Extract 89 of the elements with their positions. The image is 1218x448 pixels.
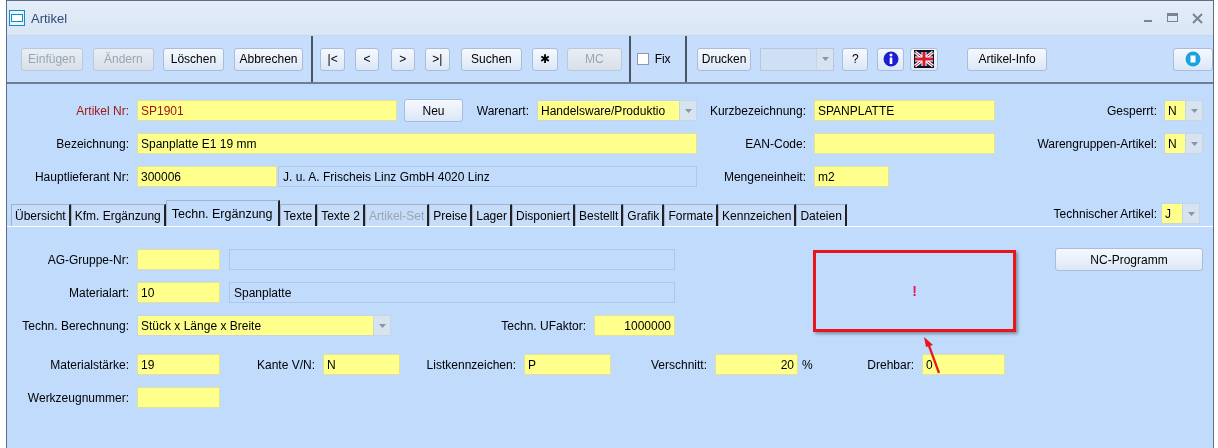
exclamation-mark: ! bbox=[912, 283, 917, 299]
field-label: Verschnitt: bbox=[649, 357, 708, 372]
field-label: Warenart: bbox=[475, 103, 530, 118]
input-field[interactable] bbox=[814, 133, 995, 154]
dropdown[interactable]: Stück x Länge x Breite bbox=[137, 315, 391, 336]
input-field[interactable]: 20 bbox=[715, 354, 798, 375]
readonly-field: Spanplatte bbox=[229, 282, 675, 303]
input-field[interactable]: N bbox=[323, 354, 400, 375]
input-field[interactable]: 19 bbox=[137, 354, 220, 375]
info-icon bbox=[882, 51, 899, 67]
field-label: Werkzeugnummer: bbox=[26, 390, 130, 405]
checkbox-label: Fix bbox=[654, 52, 671, 66]
input-field[interactable]: 300006 bbox=[137, 166, 277, 187]
field-label: EAN-Code: bbox=[744, 136, 807, 151]
toolbar-button[interactable]: Suchen bbox=[460, 47, 523, 71]
field-label: AG-Gruppe-Nr: bbox=[46, 252, 130, 267]
input-field[interactable] bbox=[137, 249, 220, 270]
field-label: Kante V/N: bbox=[255, 357, 316, 372]
tab[interactable]: Formate bbox=[664, 204, 719, 226]
toolbar-button[interactable]: < bbox=[355, 47, 379, 71]
input-field[interactable]: SP1901 bbox=[137, 100, 397, 121]
field-label: Kurzbezeichnung: bbox=[708, 103, 807, 118]
toolbar-button[interactable] bbox=[1173, 47, 1214, 71]
circle-icon bbox=[1185, 51, 1202, 67]
toolbar-button[interactable]: Drucken bbox=[697, 47, 751, 71]
annotation-arrow bbox=[923, 335, 941, 375]
field-label: Gesperrt: bbox=[1106, 103, 1158, 118]
input-field[interactable]: 1000000 bbox=[594, 315, 675, 336]
dropdown-arrow-icon bbox=[1190, 141, 1198, 146]
flag-icon bbox=[913, 50, 934, 68]
tab[interactable]: Techn. Ergänzung bbox=[165, 200, 280, 226]
input-field[interactable]: P bbox=[524, 354, 611, 375]
field-label: Technischer Artikel: bbox=[1053, 206, 1158, 221]
tab[interactable]: Lager bbox=[472, 204, 512, 226]
unit-label: % bbox=[801, 357, 814, 372]
tab[interactable]: Übersicht bbox=[11, 204, 71, 226]
tab[interactable]: Kennzeichen bbox=[718, 204, 797, 226]
info-button[interactable] bbox=[877, 47, 905, 71]
field-label: Materialart: bbox=[67, 285, 130, 300]
input-field[interactable]: 0 bbox=[922, 354, 1005, 375]
input-field[interactable]: 10 bbox=[137, 282, 220, 303]
toolbar-button[interactable]: ? bbox=[842, 47, 869, 71]
toolbar-button[interactable]: > bbox=[390, 47, 415, 71]
dropdown-arrow-icon bbox=[1190, 108, 1198, 113]
dropdown-arrow-icon bbox=[378, 323, 386, 328]
field-label: Hauptlieferant Nr: bbox=[33, 169, 130, 184]
dropdown-arrow-icon bbox=[684, 108, 692, 113]
field-label: Artikel Nr: bbox=[75, 103, 130, 118]
button[interactable]: NC-Programm bbox=[1055, 248, 1203, 271]
language-button[interactable] bbox=[910, 47, 938, 71]
dropdown[interactable]: J bbox=[1161, 203, 1200, 224]
input-field[interactable]: m2 bbox=[814, 166, 889, 187]
toolbar-button[interactable]: |< bbox=[320, 47, 346, 71]
field-label: Drehbar: bbox=[866, 357, 915, 372]
field-label: Techn. Berechnung: bbox=[21, 318, 130, 333]
input-field[interactable]: Spanplatte E1 19 mm bbox=[137, 133, 697, 154]
toolbar-button[interactable]: Abbrechen bbox=[233, 47, 304, 71]
field-label: Listkennzeichen: bbox=[425, 357, 517, 372]
input-field[interactable]: SPANPLATTE bbox=[814, 100, 995, 121]
tab[interactable]: Kfm. Ergänzung bbox=[70, 204, 166, 226]
tab[interactable]: Preise bbox=[429, 204, 473, 226]
checkbox[interactable] bbox=[636, 53, 649, 65]
app-icon bbox=[9, 10, 25, 26]
field-label: Warengruppen-Artikel: bbox=[1036, 136, 1158, 151]
button[interactable]: Neu bbox=[404, 99, 463, 122]
field-label: Bezeichnung: bbox=[55, 136, 130, 151]
input-field[interactable] bbox=[137, 387, 220, 408]
toolbar-button[interactable]: Artikel-Info bbox=[966, 47, 1048, 71]
field-label: Techn. UFaktor: bbox=[500, 318, 587, 333]
tab[interactable]: Grafik bbox=[623, 204, 665, 226]
tab[interactable]: Dateien bbox=[796, 204, 847, 226]
tab[interactable]: Texte bbox=[279, 204, 318, 226]
tab[interactable]: Bestellt bbox=[575, 204, 624, 226]
close-icon[interactable] bbox=[1192, 12, 1203, 24]
dropdown[interactable]: N bbox=[1164, 100, 1203, 121]
toolbar-button[interactable]: >| bbox=[424, 47, 450, 71]
maximize-icon[interactable] bbox=[1167, 13, 1178, 23]
toolbar-button[interactable]: Löschen bbox=[163, 47, 224, 71]
field-label: Mengeneinheit: bbox=[722, 169, 807, 184]
tab[interactable]: Texte 2 bbox=[317, 204, 365, 226]
field-label: Materialstärke: bbox=[49, 357, 130, 372]
dropdown-arrow-icon bbox=[821, 57, 829, 61]
toolbar-button[interactable]: ✱ bbox=[532, 47, 558, 71]
dropdown-arrow-icon bbox=[1187, 211, 1195, 216]
readonly-field: J. u. A. Frischeis Linz GmbH 4020 Linz bbox=[278, 166, 697, 187]
dropdown[interactable]: Handelsware/Produktio bbox=[537, 100, 697, 121]
window-title: Artikel bbox=[31, 10, 68, 26]
dropdown[interactable]: N bbox=[1164, 133, 1203, 154]
tab[interactable]: Disponiert bbox=[511, 204, 575, 226]
